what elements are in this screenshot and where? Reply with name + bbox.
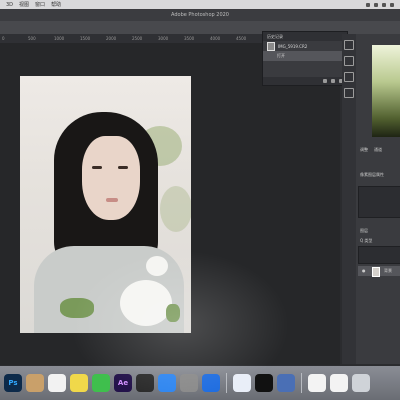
dock-separator <box>301 373 302 393</box>
layer-controls[interactable] <box>358 246 400 264</box>
photoshop-icon[interactable]: Ps <box>4 374 22 392</box>
snapshot-thumbnail <box>267 41 275 51</box>
calendar-icon[interactable] <box>48 374 66 392</box>
control-center-icon[interactable] <box>390 2 394 7</box>
search-icon[interactable] <box>382 2 386 7</box>
ruler-tick: 3500 <box>184 36 195 41</box>
properties-title: 像素图层属性 <box>360 172 384 177</box>
face <box>82 136 140 220</box>
ruler-tick: 4000 <box>210 36 221 41</box>
right-eye <box>118 166 128 169</box>
screen: 3D 视图 窗口 帮助 Adobe Photoshop 2020 0 500 1… <box>0 0 400 400</box>
white-flower <box>120 280 172 326</box>
layers-panel-tab[interactable]: 图层 <box>360 228 368 234</box>
ruler-tick: 1000 <box>54 36 65 41</box>
leaf <box>166 304 180 322</box>
document-canvas[interactable] <box>0 43 340 365</box>
ruler-tick: 0 <box>2 36 5 41</box>
baidu-netdisk-icon[interactable] <box>233 374 251 392</box>
menu-item[interactable]: 3D <box>6 2 13 8</box>
ruler-tick: 2500 <box>132 36 143 41</box>
wifi-icon[interactable] <box>366 2 370 7</box>
new-document-icon[interactable] <box>323 79 327 83</box>
wechat-icon[interactable] <box>92 374 110 392</box>
document-icon[interactable] <box>308 374 326 392</box>
history-footer <box>263 77 347 85</box>
history-icon[interactable] <box>344 40 354 50</box>
lips <box>106 198 118 202</box>
qq-browser-icon[interactable] <box>202 374 220 392</box>
background-foliage <box>160 186 191 232</box>
qq-icon[interactable] <box>255 374 273 392</box>
menu-item[interactable]: 帮助 <box>51 1 61 8</box>
window-title-bar: Adobe Photoshop 2020 <box>0 9 400 21</box>
system-preferences-icon[interactable] <box>180 374 198 392</box>
after-effects-icon[interactable]: Ae <box>114 374 132 392</box>
left-eye <box>92 166 102 169</box>
ruler-tick: 500 <box>28 36 36 41</box>
app-store-icon[interactable] <box>158 374 176 392</box>
brush-icon[interactable] <box>344 72 354 82</box>
panel-toolstrip <box>342 34 356 364</box>
history-snapshot[interactable]: IMG_5919.CR2 <box>263 41 347 51</box>
finder-window-icon[interactable] <box>277 374 295 392</box>
transform-icon[interactable] <box>344 88 354 98</box>
camera-icon[interactable] <box>331 79 335 83</box>
properties-content <box>358 186 400 218</box>
menu-item[interactable]: 窗口 <box>35 1 45 8</box>
menu-bar: 3D 视图 窗口 帮助 <box>0 0 400 9</box>
panel-tab[interactable]: 调整 <box>360 147 368 153</box>
leaf <box>60 298 94 318</box>
layer-name: 背景 <box>384 268 392 273</box>
ruler-tick: 2000 <box>106 36 117 41</box>
history-panel[interactable]: 历史记录 IMG_5919.CR2 打开 <box>262 31 348 86</box>
battery-icon[interactable] <box>374 2 378 7</box>
stickies-icon[interactable] <box>70 374 88 392</box>
history-step[interactable]: 打开 <box>263 51 347 61</box>
snapshot-name: IMG_5919.CR2 <box>278 43 308 49</box>
document-icon-2[interactable] <box>330 374 348 392</box>
status-icons <box>366 2 400 7</box>
window-title: Adobe Photoshop 2020 <box>171 12 229 18</box>
ruler-tick: 3000 <box>158 36 169 41</box>
ruler-tick: 4500 <box>236 36 247 41</box>
trash-icon[interactable] <box>352 374 370 392</box>
panel-tab[interactable]: 通道 <box>374 147 382 153</box>
history-panel-tab[interactable]: 历史记录 <box>263 32 347 41</box>
dock-separator <box>226 373 227 393</box>
layer-thumbnail <box>372 267 380 277</box>
final-cut-icon[interactable] <box>136 374 154 392</box>
portrait-photo[interactable] <box>20 76 191 333</box>
white-flower <box>146 256 168 276</box>
menu-item[interactable]: 视图 <box>19 1 29 8</box>
properties-icon[interactable] <box>344 56 354 66</box>
history-step-label: 打开 <box>277 53 285 58</box>
notes-icon[interactable] <box>26 374 44 392</box>
dock: Ps Ae <box>0 366 400 400</box>
visibility-eye-icon[interactable]: ● <box>362 268 366 273</box>
layer-filter[interactable]: Q 类型 <box>360 238 372 244</box>
ruler-tick: 1500 <box>80 36 91 41</box>
color-picker-field[interactable] <box>372 45 400 137</box>
